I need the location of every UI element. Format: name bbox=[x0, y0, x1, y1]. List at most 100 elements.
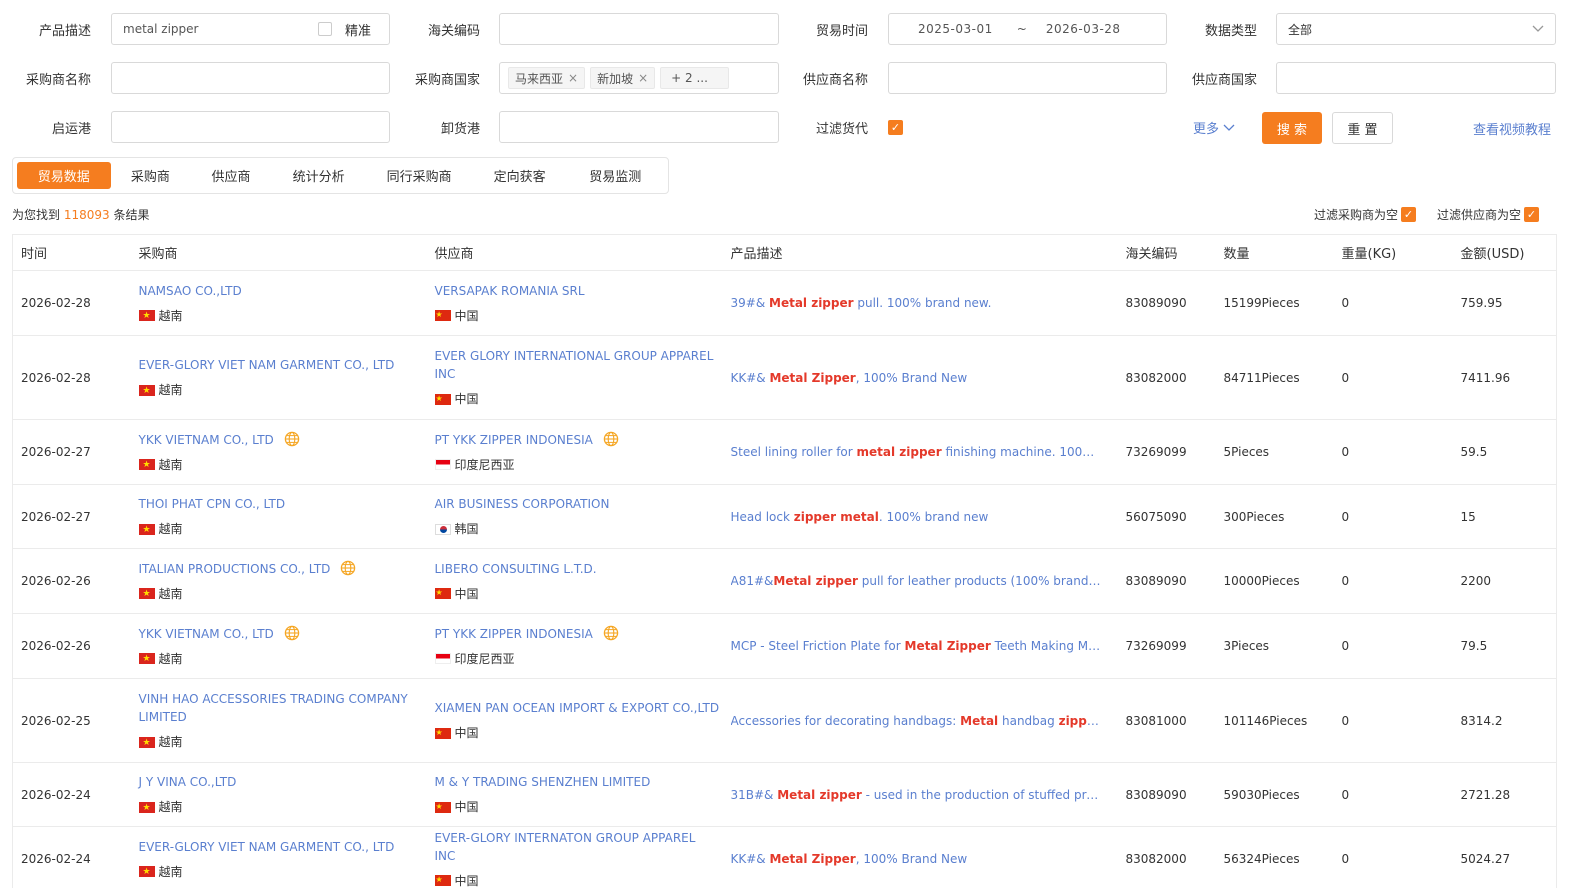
supplier-name-link[interactable]: PT YKK ZIPPER INDONESIA bbox=[435, 431, 593, 449]
globe-icon[interactable] bbox=[284, 625, 300, 641]
product-desc-text[interactable]: 31B#& Metal zipper - used in the product… bbox=[731, 786, 1118, 804]
supplier-name-link[interactable]: EVER GLORY INTERNATIONAL GROUP APPAREL I… bbox=[435, 347, 720, 383]
cell-product-desc[interactable]: KK#& Metal Zipper, 100% Brand New bbox=[722, 335, 1118, 420]
video-tutorial-link[interactable]: 查看视频教程 bbox=[1473, 119, 1551, 138]
cell-product-desc[interactable]: KK#& Metal Zipper, 100% Brand New bbox=[722, 826, 1118, 888]
cell-product-desc[interactable]: MCP - Steel Friction Plate for Metal Zip… bbox=[722, 613, 1118, 679]
trade-range-separator: ~ bbox=[1016, 22, 1027, 36]
table-row[interactable]: 2026-02-26 YKK VIETNAM CO., LTD 越南 PT YKK Z… bbox=[12, 613, 1557, 679]
cell-product-desc[interactable]: Head lock zipper metal. 100% brand new bbox=[722, 484, 1118, 549]
keyword-highlight: Metal zipper bbox=[769, 296, 854, 310]
buyer-name-input[interactable] bbox=[111, 62, 390, 94]
col-header-supplier[interactable]: 供应商 bbox=[426, 234, 723, 271]
globe-icon[interactable] bbox=[603, 431, 619, 447]
buyer-country-select[interactable]: 马来西亚 × 新加坡 × + 2 ... bbox=[499, 62, 779, 94]
cell-supplier: EVER-GLORY INTERNATON GROUP APPAREL INC 中… bbox=[426, 826, 723, 888]
buyer-name-link[interactable]: VINH HAO ACCESSORIES TRADING COMPANY LIM… bbox=[139, 690, 411, 726]
supplier-name-link[interactable]: EVER-GLORY INTERNATON GROUP APPAREL INC bbox=[435, 829, 720, 865]
supplier-name-link[interactable]: AIR BUSINESS CORPORATION bbox=[435, 495, 610, 513]
tab-buyers[interactable]: 采购商 bbox=[111, 162, 191, 189]
more-filters-button[interactable]: 更多 bbox=[1193, 118, 1235, 137]
country-tag[interactable]: 马来西亚 × bbox=[508, 67, 586, 89]
reset-button[interactable]: 重 置 bbox=[1332, 112, 1393, 144]
country-tag-more[interactable]: + 2 ... bbox=[660, 67, 729, 89]
tab-trade-data[interactable]: 贸易数据 bbox=[17, 162, 111, 189]
table-row[interactable]: 2026-02-24 EVER-GLORY VIET NAM GARMENT CO… bbox=[12, 826, 1557, 888]
product-desc-text[interactable]: KK#& Metal Zipper, 100% Brand New bbox=[731, 850, 1118, 868]
col-header-hs-code[interactable]: 海关编码 bbox=[1117, 234, 1216, 271]
filter-empty-buyer-checkbox[interactable]: ✓ bbox=[1401, 207, 1417, 222]
trade-start-date[interactable]: 2025-03-01 bbox=[918, 22, 993, 36]
product-desc-text[interactable]: 39#& Metal zipper pull. 100% brand new. bbox=[731, 294, 1118, 312]
country-tag[interactable]: 新加坡 × bbox=[590, 67, 656, 89]
dest-port-input[interactable] bbox=[499, 111, 779, 143]
col-header-quantity[interactable]: 数量 bbox=[1215, 234, 1334, 271]
globe-icon[interactable] bbox=[284, 431, 300, 447]
table-body: 2026-02-28 NAMSAO CO.,LTD 越南 VERSAPAK ROMAN… bbox=[12, 270, 1557, 888]
filter-empty-buyer[interactable]: 过滤采购商为空 ✓ bbox=[1314, 206, 1417, 223]
buyer-name-link[interactable]: ITALIAN PRODUCTIONS CO., LTD bbox=[139, 560, 331, 578]
filter-empty-supplier-checkbox[interactable]: ✓ bbox=[1524, 207, 1540, 222]
tab-statistics[interactable]: 统计分析 bbox=[272, 162, 366, 189]
data-type-select[interactable]: 全部 bbox=[1276, 13, 1556, 45]
col-header-amount[interactable]: 金额(USD) bbox=[1452, 234, 1557, 271]
product-desc-text[interactable]: KK#& Metal Zipper, 100% Brand New bbox=[731, 369, 1118, 387]
origin-port-input[interactable] bbox=[111, 111, 390, 143]
filter-empty-supplier[interactable]: 过滤供应商为空 ✓ bbox=[1437, 206, 1540, 223]
supplier-name-link[interactable]: M & Y TRADING SHENZHEN LIMITED bbox=[435, 773, 651, 791]
table-row[interactable]: 2026-02-24 J Y VINA CO.,LTD 越南 M & Y TRADIN… bbox=[12, 762, 1557, 827]
supplier-name-input[interactable] bbox=[888, 62, 1167, 94]
cell-quantity: 56324Pieces bbox=[1215, 826, 1334, 888]
filter-forwarder-checkbox[interactable]: ✓ bbox=[888, 120, 903, 135]
supplier-name-link[interactable]: XIAMEN PAN OCEAN IMPORT & EXPORT CO.,LTD bbox=[435, 699, 720, 717]
col-header-buyer[interactable]: 采购商 bbox=[130, 234, 427, 271]
buyer-name-link[interactable]: EVER-GLORY VIET NAM GARMENT CO., LTD bbox=[139, 838, 395, 856]
product-desc-text[interactable]: A81#&Metal zipper pull for leather produ… bbox=[731, 572, 1118, 590]
cell-hs-code: 83082000 bbox=[1117, 826, 1216, 888]
close-icon[interactable]: × bbox=[638, 71, 648, 85]
trade-time-range[interactable]: 2025-03-01 ~ 2026-03-28 bbox=[888, 13, 1167, 45]
supplier-name-link[interactable]: LIBERO CONSULTING L.T.D. bbox=[435, 560, 597, 578]
globe-icon[interactable] bbox=[603, 625, 619, 641]
buyer-name-link[interactable]: NAMSAO CO.,LTD bbox=[139, 282, 242, 300]
product-desc-text[interactable]: Head lock zipper metal. 100% brand new bbox=[731, 508, 1118, 526]
cell-product-desc[interactable]: Steel lining roller for metal zipper fin… bbox=[722, 419, 1118, 485]
product-desc-input[interactable]: metal zipper 精准 bbox=[111, 13, 390, 45]
col-header-weight[interactable]: 重量(KG) bbox=[1333, 234, 1453, 271]
tab-peer-buyers[interactable]: 同行采购商 bbox=[365, 162, 473, 189]
table-row[interactable]: 2026-02-25 VINH HAO ACCESSORIES TRADING C… bbox=[12, 678, 1557, 763]
table-row[interactable]: 2026-02-27 YKK VIETNAM CO., LTD 越南 PT YKK Z… bbox=[12, 419, 1557, 485]
buyer-name-link[interactable]: J Y VINA CO.,LTD bbox=[139, 773, 237, 791]
supplier-name-link[interactable]: VERSAPAK ROMANIA SRL bbox=[435, 282, 585, 300]
product-desc-text[interactable]: Accessories for decorating handbags: Met… bbox=[731, 712, 1118, 730]
cell-product-desc[interactable]: A81#&Metal zipper pull for leather produ… bbox=[722, 548, 1118, 614]
supplier-name-link[interactable]: PT YKK ZIPPER INDONESIA bbox=[435, 625, 593, 643]
col-header-time[interactable]: 时间 bbox=[12, 234, 131, 271]
table-row[interactable]: 2026-02-28 EVER-GLORY VIET NAM GARMENT CO… bbox=[12, 335, 1557, 420]
cell-product-desc[interactable]: 31B#& Metal zipper - used in the product… bbox=[722, 762, 1118, 827]
product-desc-text[interactable]: MCP - Steel Friction Plate for Metal Zip… bbox=[731, 637, 1118, 655]
tab-targeted-leads[interactable]: 定向获客 bbox=[473, 162, 567, 189]
search-button[interactable]: 搜 索 bbox=[1262, 112, 1322, 144]
desc-text: KK#& bbox=[730, 852, 770, 866]
buyer-name-link[interactable]: EVER-GLORY VIET NAM GARMENT CO., LTD bbox=[139, 356, 395, 374]
cell-product-desc[interactable]: Accessories for decorating handbags: Met… bbox=[722, 678, 1118, 763]
buyer-name-link[interactable]: YKK VIETNAM CO., LTD bbox=[139, 625, 274, 643]
exact-match-checkbox[interactable] bbox=[317, 22, 332, 36]
table-row[interactable]: 2026-02-28 NAMSAO CO.,LTD 越南 VERSAPAK ROMAN… bbox=[12, 270, 1557, 336]
globe-icon[interactable] bbox=[340, 560, 356, 576]
close-icon[interactable]: × bbox=[568, 71, 578, 85]
product-desc-text[interactable]: Steel lining roller for metal zipper fin… bbox=[731, 443, 1118, 461]
table-row[interactable]: 2026-02-27 THOI PHAT CPN CO., LTD 越南 AIR BU… bbox=[12, 484, 1557, 549]
supplier-country-select[interactable] bbox=[1276, 62, 1556, 94]
tab-suppliers[interactable]: 供应商 bbox=[190, 162, 272, 189]
table-row[interactable]: 2026-02-26 ITALIAN PRODUCTIONS CO., LTD 越南… bbox=[12, 548, 1557, 614]
buyer-name-link[interactable]: YKK VIETNAM CO., LTD bbox=[139, 431, 274, 449]
tab-trade-monitoring[interactable]: 贸易监测 bbox=[566, 162, 664, 189]
buyer-name-link[interactable]: THOI PHAT CPN CO., LTD bbox=[139, 495, 286, 513]
cell-quantity: 59030Pieces bbox=[1215, 762, 1334, 827]
cell-product-desc[interactable]: 39#& Metal zipper pull. 100% brand new. bbox=[722, 270, 1118, 336]
trade-end-date[interactable]: 2026-03-28 bbox=[1046, 22, 1121, 36]
hs-code-input[interactable] bbox=[499, 13, 779, 45]
col-header-product-desc[interactable]: 产品描述 bbox=[722, 234, 1118, 271]
